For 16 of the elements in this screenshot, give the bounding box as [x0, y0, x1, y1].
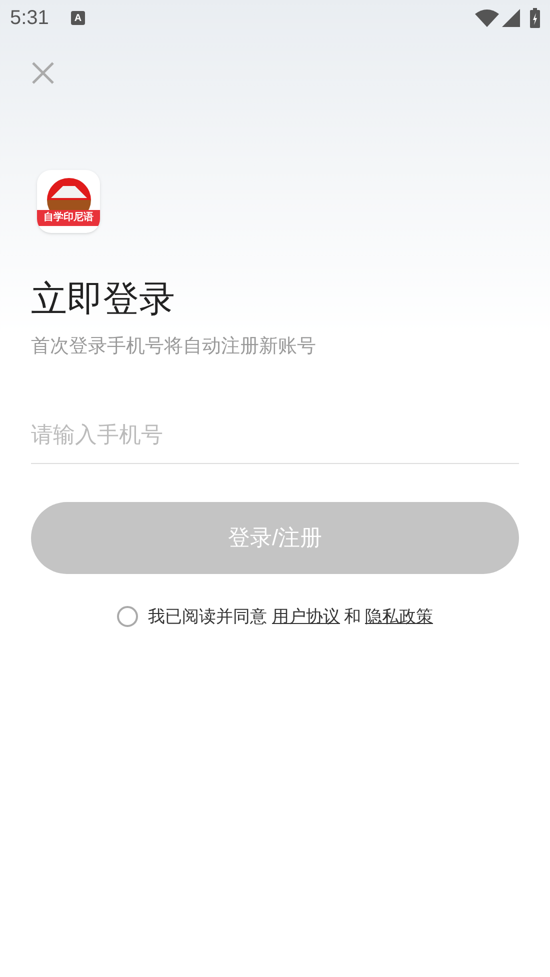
wifi-icon	[475, 9, 499, 27]
conjunction-text: 和	[344, 606, 361, 628]
agreement-checkbox[interactable]	[117, 606, 138, 627]
close-button[interactable]	[30, 60, 56, 86]
battery-icon	[530, 8, 540, 28]
user-agreement-link[interactable]: 用户协议	[272, 604, 340, 629]
clock: 5:31	[10, 6, 49, 31]
agreement-text: 我已阅读并同意	[148, 606, 267, 628]
signal-icon	[502, 9, 520, 27]
page-title: 立即登录	[31, 277, 176, 321]
logo-caption: 自学印尼语	[37, 210, 100, 226]
privacy-policy-link[interactable]: 隐私政策	[365, 604, 433, 629]
phone-input-field[interactable]: 请输入手机号	[31, 408, 519, 464]
subtitle: 首次登录手机号将自动注册新账号	[31, 335, 317, 359]
notification-icon: A	[70, 11, 85, 25]
close-icon	[31, 61, 55, 85]
